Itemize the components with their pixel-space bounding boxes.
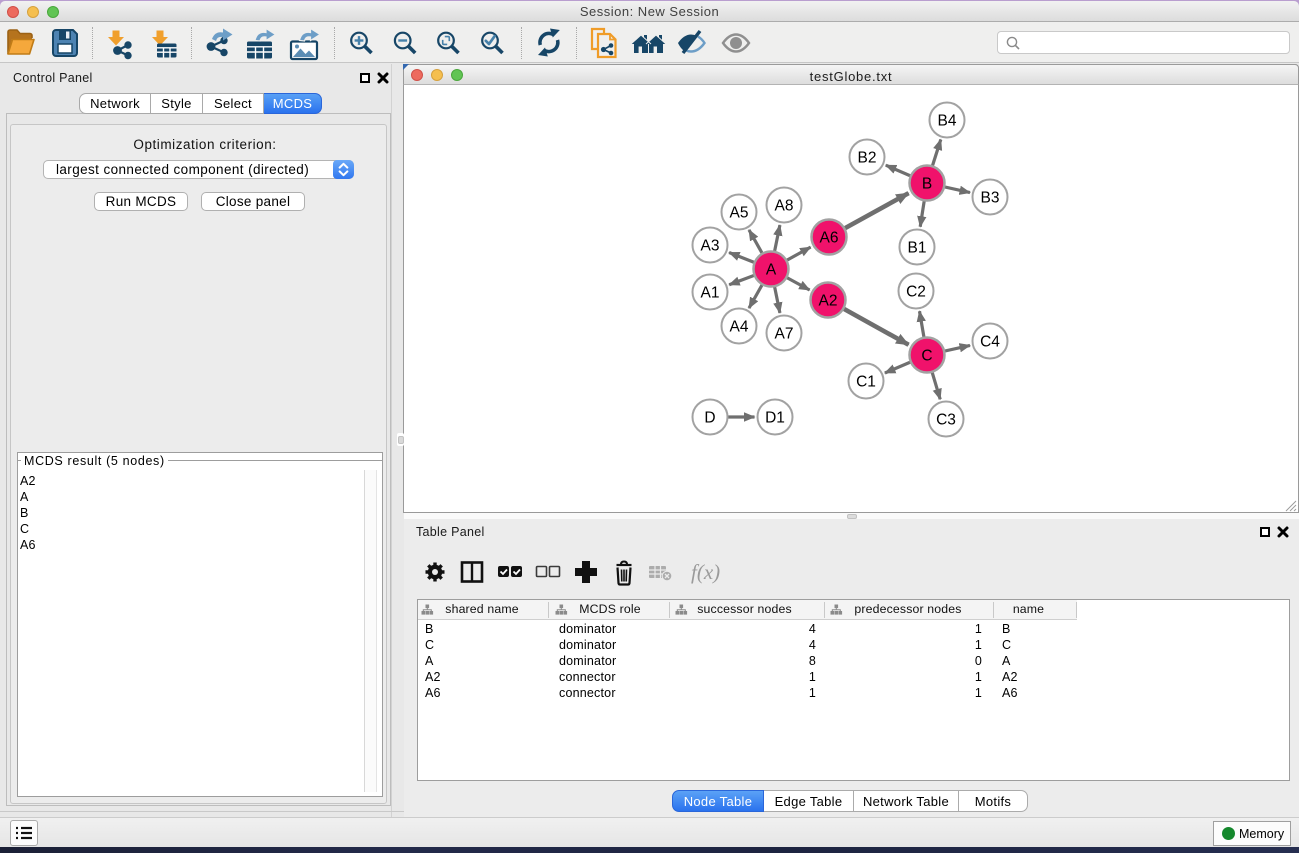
svg-text:D: D <box>704 410 715 427</box>
svg-text:A4: A4 <box>730 319 749 336</box>
svg-text:A1: A1 <box>701 285 720 302</box>
svg-text:C3: C3 <box>936 412 956 429</box>
svg-text:A2: A2 <box>819 293 838 310</box>
svg-text:B: B <box>922 176 932 193</box>
svg-text:C4: C4 <box>980 334 1000 351</box>
svg-text:f(x): f(x) <box>691 560 720 584</box>
svg-text:B2: B2 <box>858 150 877 167</box>
svg-text:B1: B1 <box>908 240 927 257</box>
svg-text:A3: A3 <box>701 238 720 255</box>
svg-text:A: A <box>766 262 777 279</box>
svg-text:C1: C1 <box>856 374 876 391</box>
svg-text:D1: D1 <box>765 410 785 427</box>
svg-text:B3: B3 <box>981 190 1000 207</box>
svg-text:A5: A5 <box>730 205 749 222</box>
svg-text:A8: A8 <box>775 198 794 215</box>
svg-text:A7: A7 <box>775 326 794 343</box>
svg-text:C: C <box>921 348 932 365</box>
svg-text:C2: C2 <box>906 284 926 301</box>
svg-text:A6: A6 <box>820 230 839 247</box>
svg-text:B4: B4 <box>938 113 957 130</box>
